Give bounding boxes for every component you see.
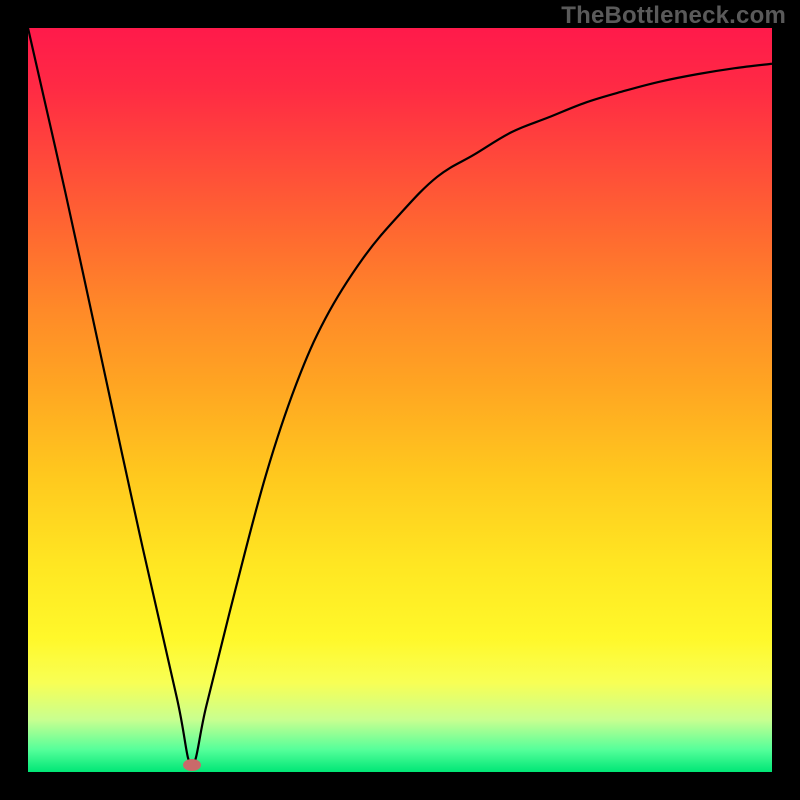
plot-area <box>28 28 772 772</box>
optimal-point-marker <box>183 759 201 771</box>
watermark-text: TheBottleneck.com <box>561 2 786 30</box>
chart-frame: TheBottleneck.com <box>0 0 800 800</box>
bottleneck-curve <box>28 28 772 772</box>
curve-path <box>28 28 772 765</box>
